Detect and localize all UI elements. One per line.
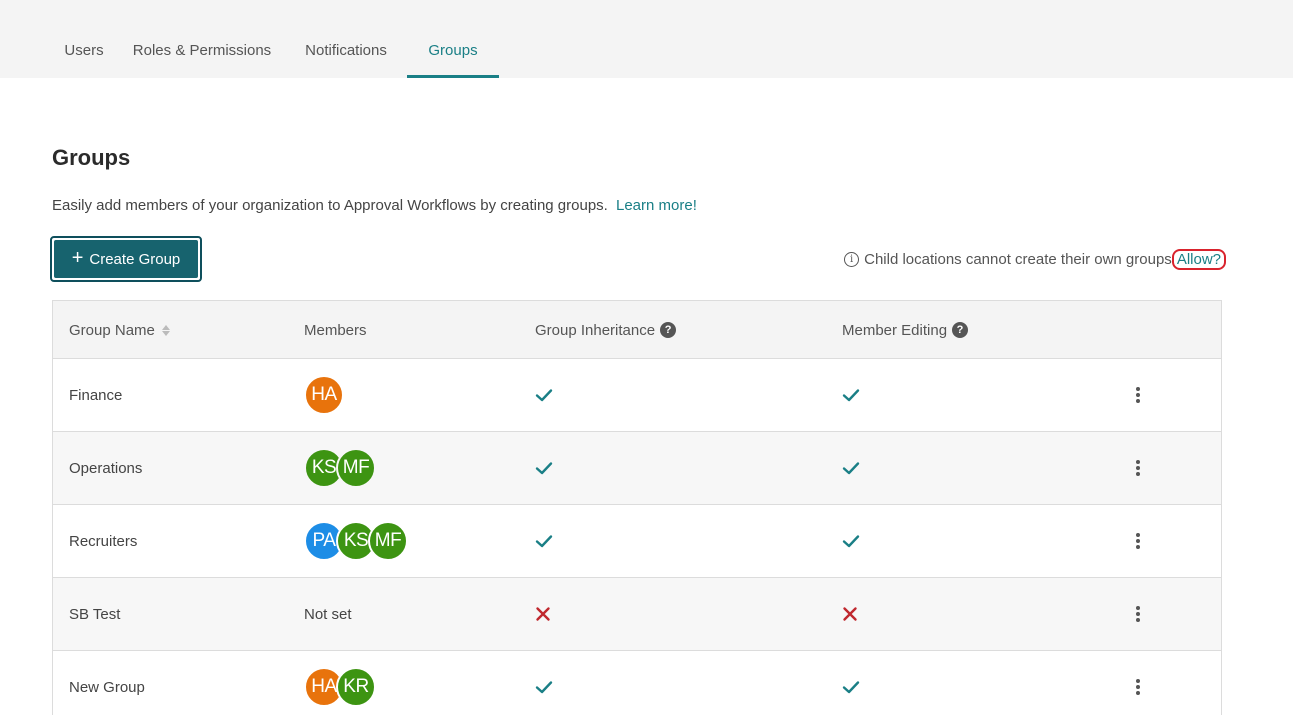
column-header-group-name[interactable]: Group Name bbox=[69, 301, 170, 359]
members-not-set: Not set bbox=[304, 605, 352, 623]
column-header-label: Member Editing bbox=[842, 321, 948, 339]
members-cell: Not set bbox=[304, 578, 352, 650]
child-locations-notice: i Child locations cannot create their ow… bbox=[844, 249, 1226, 270]
check-icon bbox=[534, 432, 554, 504]
create-group-button-face[interactable]: + Create Group bbox=[54, 240, 198, 278]
tab-label: Users bbox=[64, 41, 104, 59]
table-header: Group Name Members Group Inheritance ? M… bbox=[53, 301, 1221, 359]
members-cell: HA KR bbox=[304, 651, 376, 715]
column-header-label: Group Name bbox=[69, 321, 155, 339]
table-row[interactable]: SB Test Not set bbox=[53, 578, 1221, 651]
help-icon[interactable]: ? bbox=[952, 322, 969, 338]
avatar[interactable]: MF bbox=[368, 521, 408, 561]
column-header-label: Group Inheritance bbox=[535, 321, 656, 339]
sort-icon[interactable] bbox=[161, 324, 170, 336]
tab-label: Groups bbox=[428, 41, 478, 59]
page-description: Easily add members of your organization … bbox=[52, 197, 697, 214]
plus-icon: + bbox=[71, 247, 84, 269]
check-icon bbox=[534, 651, 554, 715]
column-header-members: Members bbox=[304, 301, 367, 359]
create-group-label: Create Group bbox=[89, 250, 181, 268]
more-options-icon[interactable] bbox=[1130, 432, 1146, 504]
table-row[interactable]: Finance HA bbox=[53, 359, 1221, 432]
members-cell: HA bbox=[304, 359, 344, 431]
check-icon bbox=[841, 505, 861, 577]
column-header-label: Members bbox=[304, 321, 367, 339]
tab-users[interactable]: Users bbox=[52, 0, 116, 78]
group-name: SB Test bbox=[69, 605, 121, 623]
tab-label: Notifications bbox=[305, 41, 387, 59]
avatar[interactable]: HA bbox=[304, 375, 344, 415]
table-row[interactable]: New Group HA KR bbox=[53, 651, 1221, 715]
check-icon bbox=[841, 651, 861, 715]
allow-link[interactable]: Allow? bbox=[1171, 249, 1226, 270]
check-icon bbox=[534, 359, 554, 431]
more-options-icon[interactable] bbox=[1130, 505, 1146, 577]
members-cell: PA KS MF bbox=[304, 505, 408, 577]
group-name: Recruiters bbox=[69, 532, 138, 550]
avatar[interactable]: KR bbox=[336, 667, 376, 707]
tab-groups[interactable]: Groups bbox=[407, 0, 499, 78]
tab-notifications[interactable]: Notifications bbox=[290, 0, 402, 78]
group-name: New Group bbox=[69, 678, 145, 696]
cross-icon bbox=[841, 578, 859, 650]
learn-more-link[interactable]: Learn more! bbox=[616, 197, 697, 214]
page-title: Groups bbox=[52, 145, 131, 170]
groups-table: Group Name Members Group Inheritance ? M… bbox=[52, 300, 1222, 715]
tab-label: Roles & Permissions bbox=[132, 41, 272, 59]
check-icon bbox=[841, 432, 861, 504]
group-name: Finance bbox=[69, 386, 123, 404]
create-group-button[interactable]: + Create Group bbox=[50, 236, 202, 282]
members-cell: KS MF bbox=[304, 432, 376, 504]
cross-icon bbox=[534, 578, 552, 650]
check-icon bbox=[841, 359, 861, 431]
table-row[interactable]: Recruiters PA KS MF bbox=[53, 505, 1221, 578]
avatar[interactable]: MF bbox=[336, 448, 376, 488]
more-options-icon[interactable] bbox=[1130, 359, 1146, 431]
help-icon[interactable]: ? bbox=[660, 322, 677, 338]
settings-tab-bar: Users Roles & Permissions Notifications … bbox=[0, 0, 1293, 78]
group-name: Operations bbox=[69, 459, 143, 477]
column-header-group-inheritance: Group Inheritance ? bbox=[535, 301, 677, 359]
more-options-icon[interactable] bbox=[1130, 578, 1146, 650]
check-icon bbox=[534, 505, 554, 577]
info-icon: i bbox=[844, 252, 860, 267]
tab-roles-permissions[interactable]: Roles & Permissions bbox=[122, 0, 282, 78]
column-header-member-editing: Member Editing ? bbox=[842, 301, 969, 359]
notice-text: Child locations cannot create their own … bbox=[864, 251, 1172, 268]
more-options-icon[interactable] bbox=[1130, 651, 1146, 715]
table-row[interactable]: Operations KS MF bbox=[53, 432, 1221, 505]
description-text: Easily add members of your organization … bbox=[52, 197, 608, 214]
table-body: Finance HA Operations KS MF Recruiters PA KS MF S… bbox=[53, 359, 1221, 715]
